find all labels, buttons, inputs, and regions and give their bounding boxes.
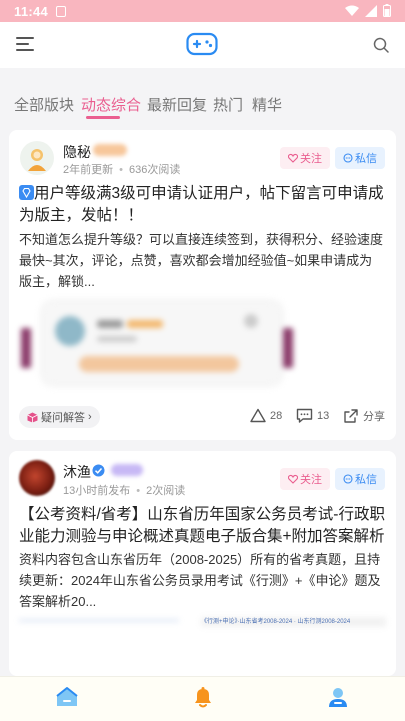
share-icon	[344, 409, 358, 423]
like-count: 28	[270, 409, 283, 422]
profile-icon[interactable]	[326, 685, 350, 709]
preview-caption: 《行测+申论》·山东省考2008-2024 · 山东行测2008-2024	[201, 619, 351, 625]
share-label: 分享	[363, 411, 385, 423]
avatar-figure-icon	[28, 149, 46, 171]
comment-icon	[296, 408, 313, 423]
gamepad-logo-icon	[186, 32, 218, 56]
chat-bubble-icon	[343, 153, 353, 163]
tab-hot[interactable]: 热门	[213, 94, 243, 115]
author-name[interactable]: 隐秘	[63, 142, 91, 162]
post-card[interactable]: 沐渔 13小时前发布 • 2次阅读 关注 私信 【公考资料/省考】山东省历年国家公务…	[9, 451, 396, 676]
verified-icon	[92, 464, 105, 477]
user-badge	[93, 144, 127, 156]
bottom-nav	[0, 676, 405, 721]
search-icon[interactable]	[373, 37, 389, 53]
status-icons	[345, 4, 391, 17]
message-label: 私信	[355, 474, 377, 486]
follow-label: 关注	[300, 474, 322, 486]
topic-label: 疑问解答	[41, 412, 85, 424]
post-meta: 2年前更新 • 636次阅读	[63, 164, 181, 176]
post-card[interactable]: 隐秘 2年前更新 • 636次阅读 关注 私信 用户等级满3级可申请认证用户，帖下留…	[9, 130, 396, 440]
menu-icon[interactable]	[16, 37, 34, 51]
status-time: 11:44	[14, 3, 49, 19]
cube-icon	[27, 412, 38, 422]
post-excerpt: 资料内容包含山东省历年（2008-2025）所有的省考真题，且持续更新：2024…	[19, 552, 381, 609]
avatar[interactable]	[19, 460, 55, 496]
user-badge	[111, 464, 143, 476]
follow-button[interactable]: 关注	[280, 147, 330, 169]
status-bar: 11:44	[0, 0, 405, 22]
follow-label: 关注	[300, 153, 322, 165]
avatar[interactable]	[20, 141, 54, 175]
follow-button[interactable]: 关注	[280, 468, 330, 490]
comment-count: 13	[317, 409, 330, 422]
like-button[interactable]: 28	[250, 408, 282, 423]
share-button[interactable]: 分享	[343, 408, 385, 424]
tab-featured[interactable]: 精华	[252, 94, 282, 115]
tab-all-sections[interactable]: 全部版块	[14, 94, 74, 115]
post-meta: 13小时前发布 • 2次阅读	[63, 485, 186, 497]
author-name[interactable]: 沐渔	[63, 462, 91, 482]
post-time: 2年前更新	[63, 164, 114, 176]
heart-icon	[288, 153, 298, 163]
post-title[interactable]: 用户等级满3级可申请认证用户，帖下留言可申请成为版主，发帖！！	[19, 183, 386, 227]
home-icon[interactable]	[55, 685, 79, 709]
post-time: 13小时前发布	[63, 485, 131, 497]
message-button[interactable]: 私信	[335, 147, 385, 169]
active-tab-indicator	[86, 116, 120, 119]
diamond-badge-icon	[19, 185, 34, 200]
post-title[interactable]: 【公考资料/省考】山东省历年国家公务员考试-行政职业能力测验与申论概述真题电子版…	[19, 504, 386, 548]
post-reads: 2次阅读	[146, 485, 186, 497]
notification-icon	[56, 5, 67, 17]
bell-icon[interactable]	[191, 685, 215, 709]
post-excerpt: 不知道怎么提升等级？可以直接连续签到，获得积分、经验速度最快~其次，评论，点赞，…	[19, 232, 384, 289]
message-label: 私信	[355, 153, 377, 165]
post-title-text: 用户等级满3级可申请认证用户，帖下留言可申请成为版主，发帖！！	[19, 185, 384, 224]
chevron-right-icon: ›	[88, 411, 92, 423]
tab-latest-reply[interactable]: 最新回复	[147, 94, 207, 115]
post-image-preview[interactable]	[19, 302, 386, 392]
chat-bubble-icon	[343, 474, 353, 484]
heart-icon	[288, 474, 298, 484]
message-button[interactable]: 私信	[335, 468, 385, 490]
tab-dynamic[interactable]: 动态综合	[81, 94, 141, 115]
battery-icon	[383, 4, 391, 17]
signal-icon	[365, 4, 377, 17]
comment-button[interactable]: 13	[296, 408, 329, 423]
post-reads: 636次阅读	[128, 164, 181, 176]
triangle-like-icon	[250, 408, 266, 423]
wifi-icon	[345, 5, 359, 16]
category-tabs: 全部版块 动态综合 最新回复 热门 精华	[0, 68, 405, 124]
topic-tag[interactable]: 疑问解答 ›	[19, 406, 100, 428]
top-bar	[0, 22, 405, 68]
